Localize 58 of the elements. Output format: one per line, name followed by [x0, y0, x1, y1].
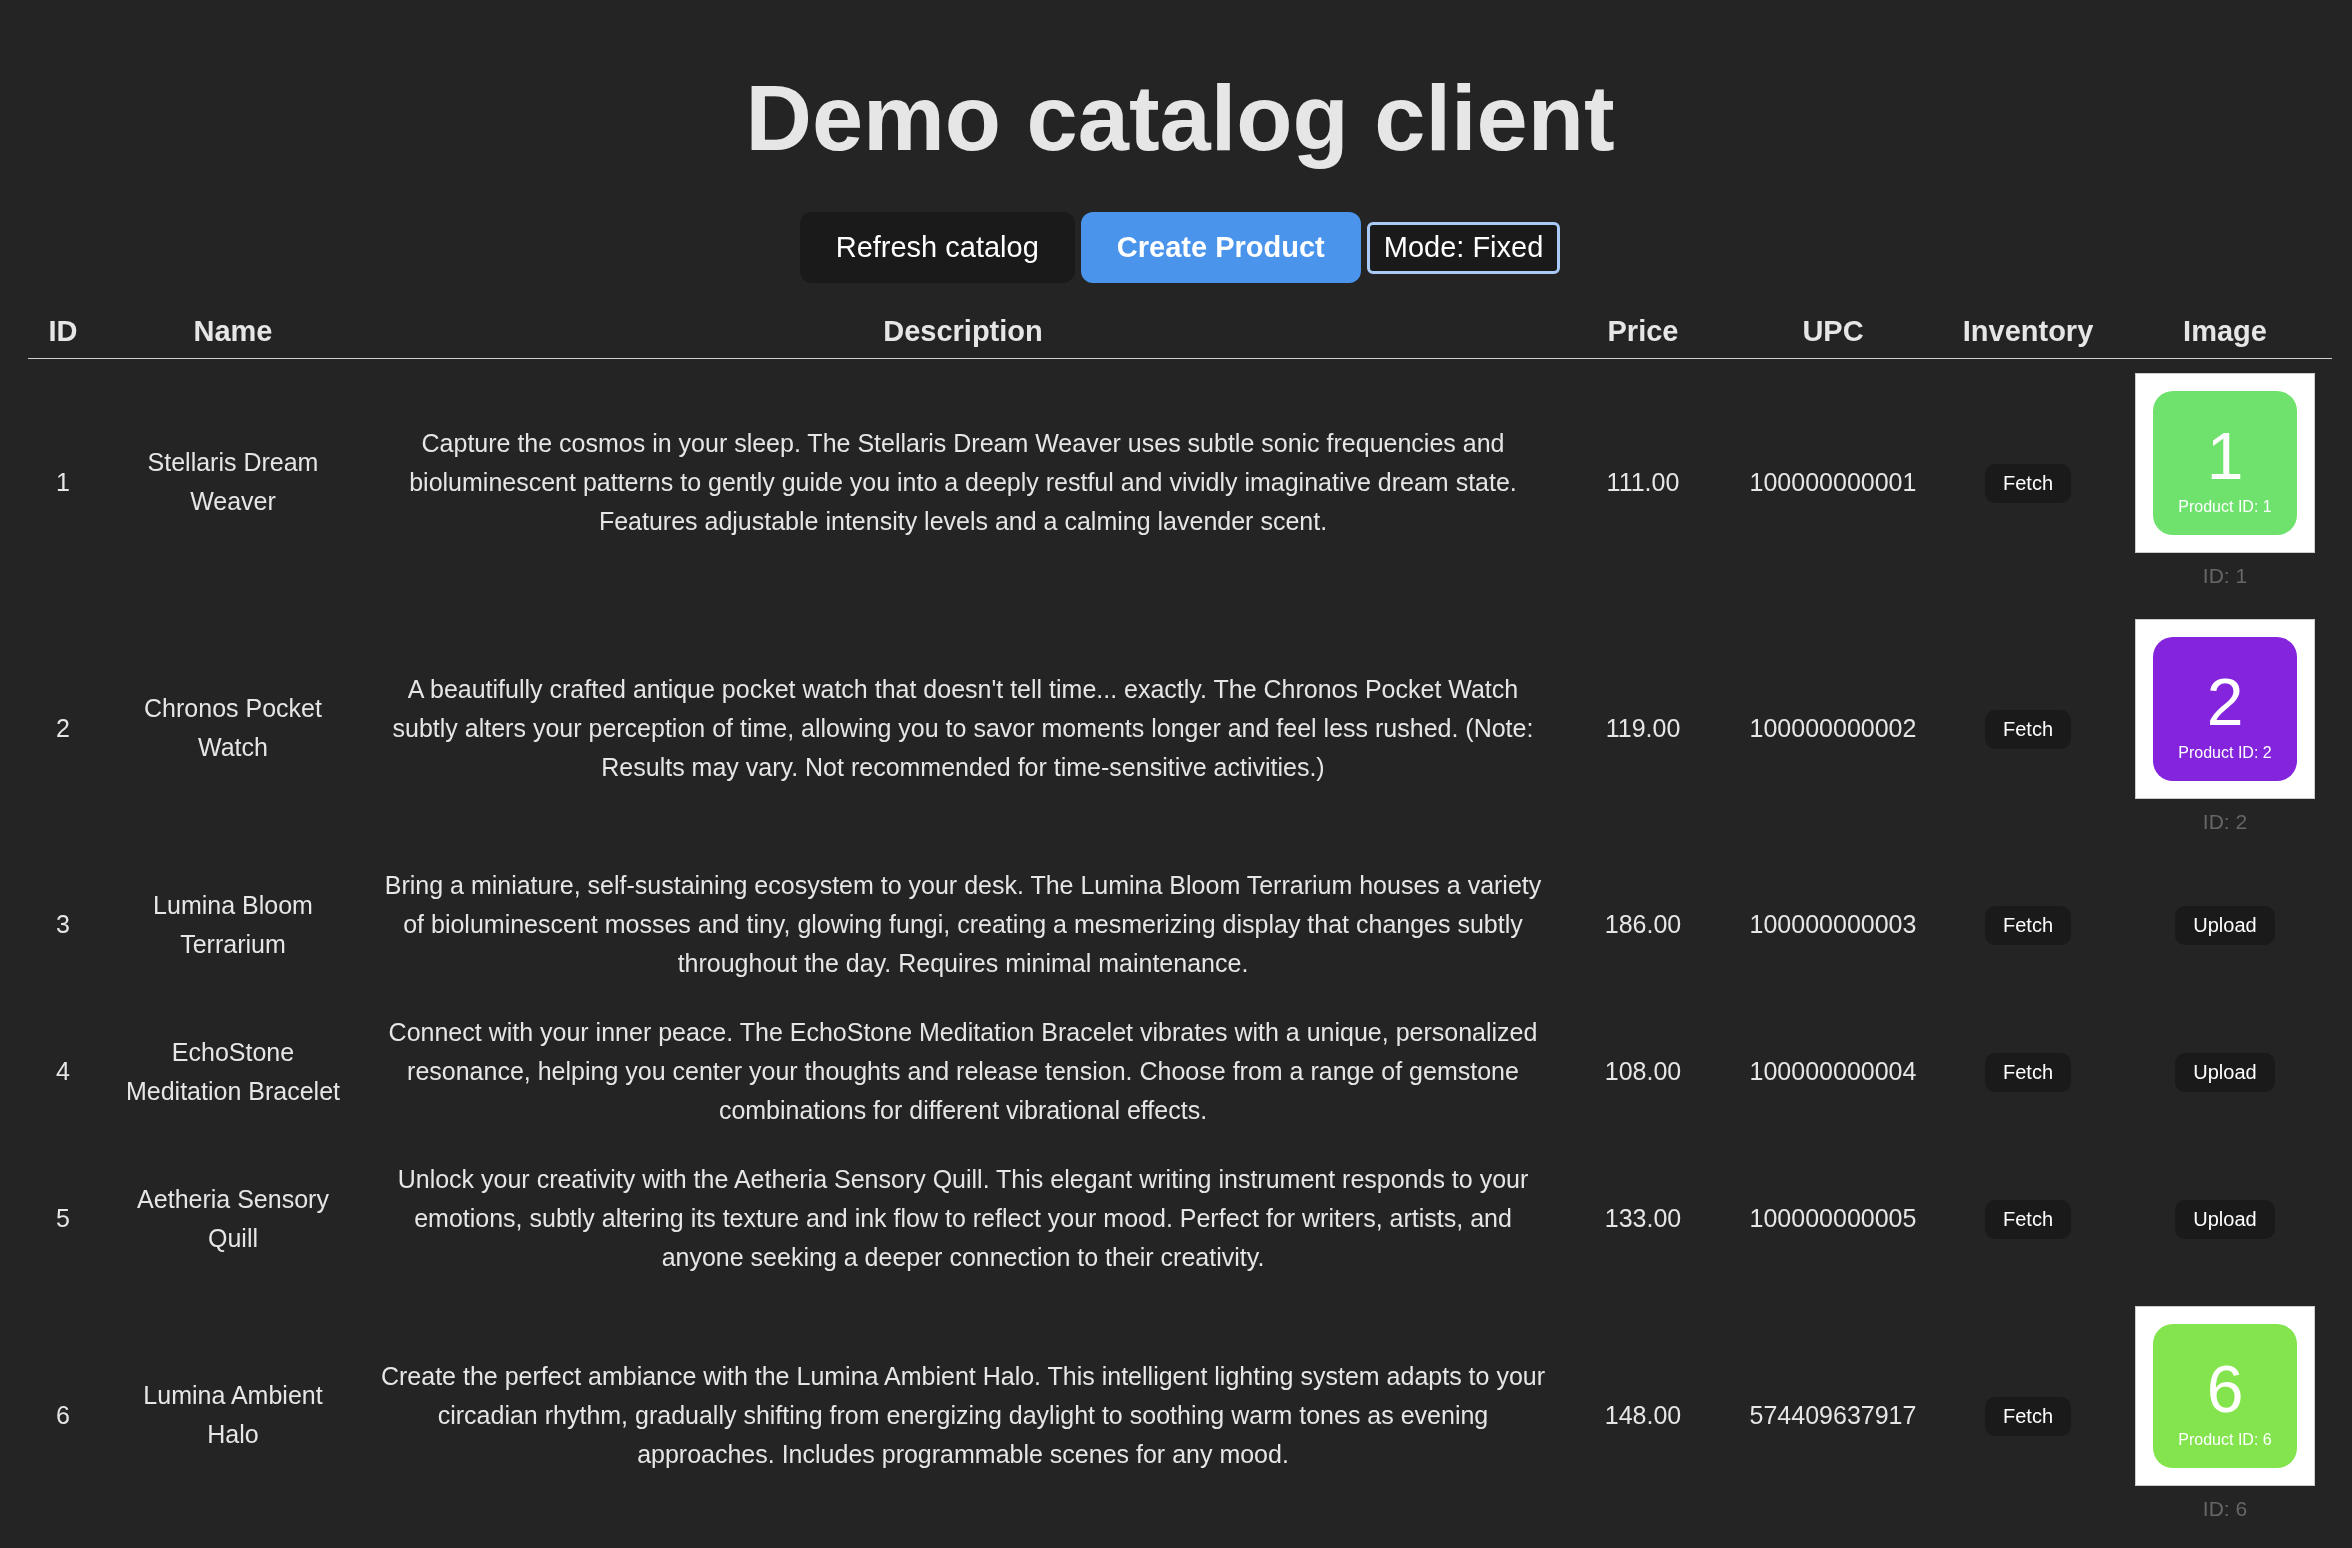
image-id-label: ID: 6 [2201, 1496, 2249, 1522]
fetch-button[interactable]: Fetch [1985, 1053, 2071, 1092]
fetch-button[interactable]: Fetch [1985, 463, 2071, 503]
fetch-button[interactable]: Fetch [1985, 709, 2071, 749]
tile-number: 1 [2206, 423, 2244, 489]
description-cell: Bring a miniature, self-sustaining ecosystem to your desk. The Lumina Bloom Terrarium houses a variety of bioluminescent mosses and tiny, glowing fungi, creating a mesmerizing display that changes subtly throughout the day. Requires minimal maintenance. [384, 871, 1542, 977]
name-cell: EchoStone Meditation Bracelet [126, 1037, 340, 1105]
column-header: Inventory [1938, 307, 2118, 359]
description-cell: Unlock your creativity with the Aetheria Sensory Quill. This elegant writing instrument responds to your emotions, subtly altering its texture and ink flow to reflect your mood. Perfect for writers, artists, and anyone seeking a deeper connection to their creativity. [397, 1165, 1529, 1271]
id-cell: 3 [56, 910, 70, 938]
tile-number: 6 [2206, 1356, 2244, 1422]
name-cell: Lumina Bloom Terrarium [153, 890, 313, 958]
column-header: Price [1558, 307, 1728, 359]
id-cell: 4 [56, 1057, 70, 1085]
upload-button[interactable]: Upload [2175, 1200, 2275, 1239]
fetch-button[interactable]: Fetch [1985, 906, 2071, 945]
id-cell: 2 [56, 713, 70, 742]
image-id-label: ID: 1 [2201, 563, 2249, 589]
mode-button[interactable]: Mode: Fixed [1366, 221, 1561, 274]
upc-cell: 574409637917 [1749, 1400, 1917, 1429]
price-cell: 148.00 [1604, 1400, 1682, 1429]
price-cell: 186.00 [1604, 910, 1682, 938]
column-header: ID [28, 307, 98, 359]
upc-cell: 100000000005 [1749, 1204, 1917, 1232]
upc-cell: 100000000001 [1749, 467, 1917, 496]
column-header: Image [2118, 307, 2332, 359]
upload-button[interactable]: Upload [2175, 1053, 2275, 1092]
fetch-button[interactable]: Fetch [1985, 1200, 2071, 1239]
name-cell: Stellaris Dream Weaver [147, 448, 319, 515]
fetch-button[interactable]: Fetch [1985, 1396, 2071, 1436]
page-title: Demo catalog client [745, 68, 1615, 168]
tile-caption: Product ID: 1 [2178, 497, 2272, 517]
price-cell: 133.00 [1604, 1204, 1682, 1232]
price-cell: 119.00 [1605, 713, 1681, 742]
id-cell: 1 [56, 467, 70, 496]
id-cell: 5 [56, 1204, 70, 1232]
description-cell: A beautifully crafted antique pocket watch that doesn't tell time... exactly. The Chronos Pocket Watch subtly alters your perception of time, allowing you to savor moments longer and feel less rushed. (Note: Results may vary. Not recommended for time-sensitive activities.) [392, 674, 1534, 781]
description-cell: Create the perfect ambiance with the Lumina Ambient Halo. This intelligent lighting system adapts to your circadian rhythm, gradually shifting from energizing daylight to soothing warm tones as evening approaches. Includes programmable scenes for any mood. [380, 1361, 1546, 1468]
description-cell: Connect with your inner peace. The EchoStone Meditation Bracelet vibrates with a unique, personalized resonance, helping you center your thoughts and release tension. Choose from a range of gemstone combinations for different vibrational effects. [388, 1018, 1538, 1124]
name-cell: Aetheria Sensory Quill [137, 1184, 329, 1252]
name-cell: Lumina Ambient Halo [143, 1381, 323, 1448]
id-cell: 6 [56, 1400, 70, 1429]
price-cell: 108.00 [1604, 1057, 1682, 1085]
tile-caption: Product ID: 2 [2178, 743, 2272, 763]
tile-caption: Product ID: 6 [2178, 1430, 2272, 1450]
upload-button[interactable]: Upload [2175, 906, 2275, 945]
column-header: Name [98, 307, 368, 359]
image-id-label: ID: 2 [2201, 809, 2249, 835]
description-cell: Capture the cosmos in your sleep. The Stellaris Dream Weaver uses subtle sonic frequencies and bioluminescent patterns to gently guide you into a deeply restful and vividly imaginative dream state. Features adjustable intensity levels and a calming lavender scent. [409, 428, 1517, 535]
tile-number: 2 [2206, 669, 2244, 735]
refresh-button[interactable]: Refresh catalog [799, 212, 1075, 283]
name-cell: Chronos Pocket Watch [144, 694, 322, 761]
column-header: Description [368, 307, 1558, 359]
upc-cell: 100000000004 [1749, 1057, 1917, 1085]
price-cell: 111.00 [1606, 467, 1680, 496]
upc-cell: 100000000002 [1749, 713, 1917, 742]
column-header: UPC [1728, 307, 1938, 359]
upc-cell: 100000000003 [1749, 910, 1917, 938]
